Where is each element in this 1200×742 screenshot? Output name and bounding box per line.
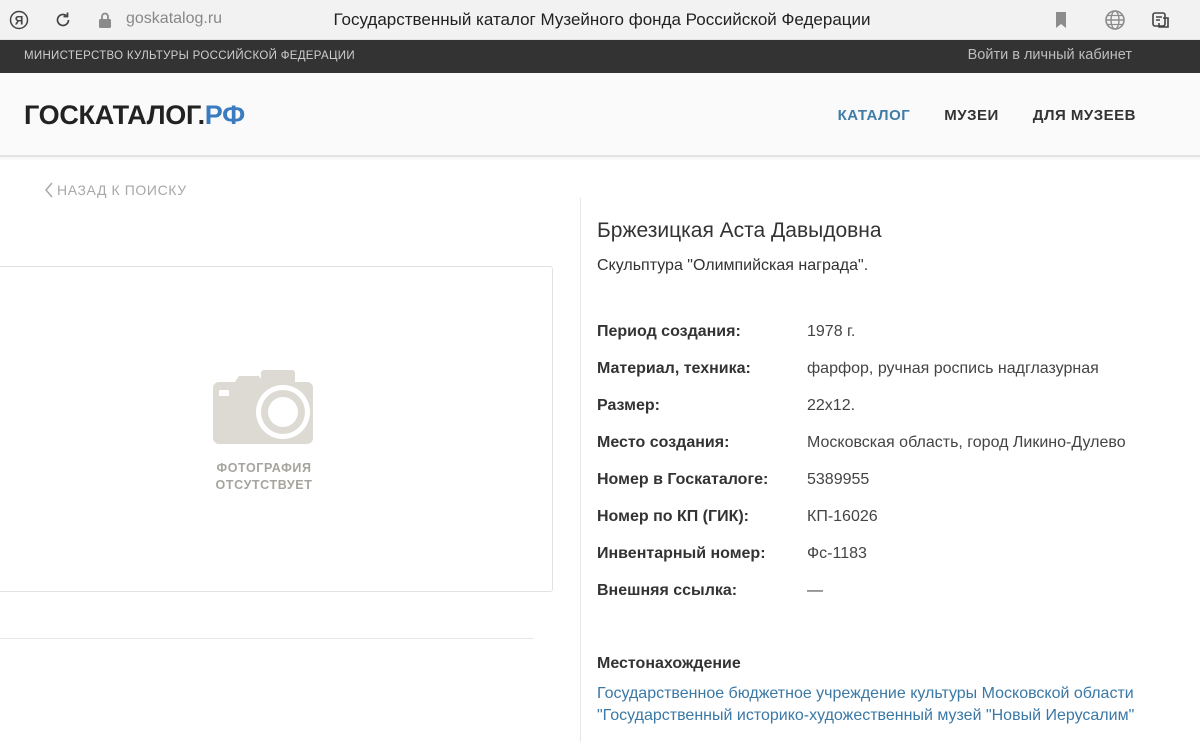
attr-row-inventory-number: Инвентарный номер: Фс-1183 xyxy=(597,542,1197,579)
attr-row-period: Период создания: 1978 г. xyxy=(597,320,1197,357)
nav-item-museums[interactable]: МУЗЕИ xyxy=(944,107,999,124)
login-link[interactable]: Войти в личный кабинет xyxy=(968,47,1132,63)
object-title: Скульптура "Олимпийская награда". xyxy=(597,257,869,274)
ministry-strip: МИНИСТЕРСТВО КУЛЬТУРЫ РОССИЙСКОЙ ФЕДЕРАЦ… xyxy=(0,40,1200,73)
logo-main: ГОСКАТАЛОГ. xyxy=(24,100,205,130)
column-divider xyxy=(580,198,581,742)
bookmark-icon[interactable] xyxy=(1050,9,1072,31)
attr-label: Внешняя ссылка: xyxy=(597,582,738,599)
attr-label: Номер по КП (ГИК): xyxy=(597,508,749,525)
back-to-search-link[interactable]: НАЗАД К ПОИСКУ xyxy=(44,182,187,198)
camera-icon xyxy=(213,368,315,448)
attr-label: Номер в Госкаталоге: xyxy=(597,471,769,488)
chevron-left-icon xyxy=(44,182,54,198)
attributes-table: Период создания: 1978 г. Материал, техни… xyxy=(597,320,1197,616)
main-nav: КАТАЛОГ МУЗЕИ ДЛЯ МУЗЕЕВ xyxy=(838,107,1136,124)
globe-icon[interactable] xyxy=(1104,9,1126,31)
attr-value: Фс-1183 xyxy=(807,545,867,562)
object-author: Бржезицкая Аста Давыдовна xyxy=(597,219,882,242)
no-photo-label: ФОТОГРАФИЯ ОТСУТСТВУЕТ xyxy=(200,460,328,494)
attr-label: Инвентарный номер: xyxy=(597,545,766,562)
attr-label: Период создания: xyxy=(597,323,741,340)
nav-item-for-museums[interactable]: ДЛЯ МУЗЕЕВ xyxy=(1033,107,1136,124)
attr-row-material: Материал, техника: фарфор, ручная роспис… xyxy=(597,357,1197,394)
attr-row-goskatalog-number: Номер в Госкаталоге: 5389955 xyxy=(597,468,1197,505)
attr-row-external-link: Внешняя ссылка: — xyxy=(597,579,1197,616)
site-header: ГОСКАТАЛОГ.РФ КАТАЛОГ МУЗЕИ ДЛЯ МУЗЕЕВ xyxy=(0,73,1200,157)
attr-value: 5389955 xyxy=(807,471,870,488)
attr-row-kp-number: Номер по КП (ГИК): КП-16026 xyxy=(597,505,1197,542)
no-photo-line-2: ОТСУТСТВУЕТ xyxy=(215,478,313,492)
museum-link-line-2[interactable]: "Государственный историко-художественный… xyxy=(597,705,1134,727)
attr-row-size: Размер: 22x12. xyxy=(597,394,1197,431)
logo-accent: РФ xyxy=(204,100,245,130)
attr-value: Московская область, город Ликино-Дулево xyxy=(807,434,1126,451)
site-logo[interactable]: ГОСКАТАЛОГ.РФ xyxy=(24,100,245,131)
attr-label: Материал, техника: xyxy=(597,360,751,377)
museum-link-line-1[interactable]: Государственное бюджетное учреждение кул… xyxy=(597,683,1134,705)
page-tab-title: Государственный каталог Музейного фонда … xyxy=(333,10,871,29)
attr-value: КП-16026 xyxy=(807,508,878,525)
attr-value: 22x12. xyxy=(807,397,856,414)
browser-toolbar: Я goskatalog.ru Государственный каталог … xyxy=(0,0,1200,40)
attr-label: Место создания: xyxy=(597,434,730,451)
extension-icon[interactable] xyxy=(1150,9,1172,31)
museum-link[interactable]: Государственное бюджетное учреждение кул… xyxy=(597,683,1134,727)
no-photo-line-1: ФОТОГРАФИЯ xyxy=(216,461,312,475)
nav-item-catalog[interactable]: КАТАЛОГ xyxy=(838,107,911,124)
attr-value: фарфор, ручная роспись надглазурная xyxy=(807,360,1099,377)
left-divider xyxy=(0,638,534,639)
attr-value: 1978 г. xyxy=(807,323,856,340)
location-heading: Местонахождение xyxy=(597,655,741,672)
attr-row-place: Место создания: Московская область, горо… xyxy=(597,431,1197,468)
back-link-label: НАЗАД К ПОИСКУ xyxy=(57,182,187,198)
attr-label: Размер: xyxy=(597,397,660,414)
attr-value: — xyxy=(807,582,823,599)
ministry-label: МИНИСТЕРСТВО КУЛЬТУРЫ РОССИЙСКОЙ ФЕДЕРАЦ… xyxy=(24,50,355,62)
